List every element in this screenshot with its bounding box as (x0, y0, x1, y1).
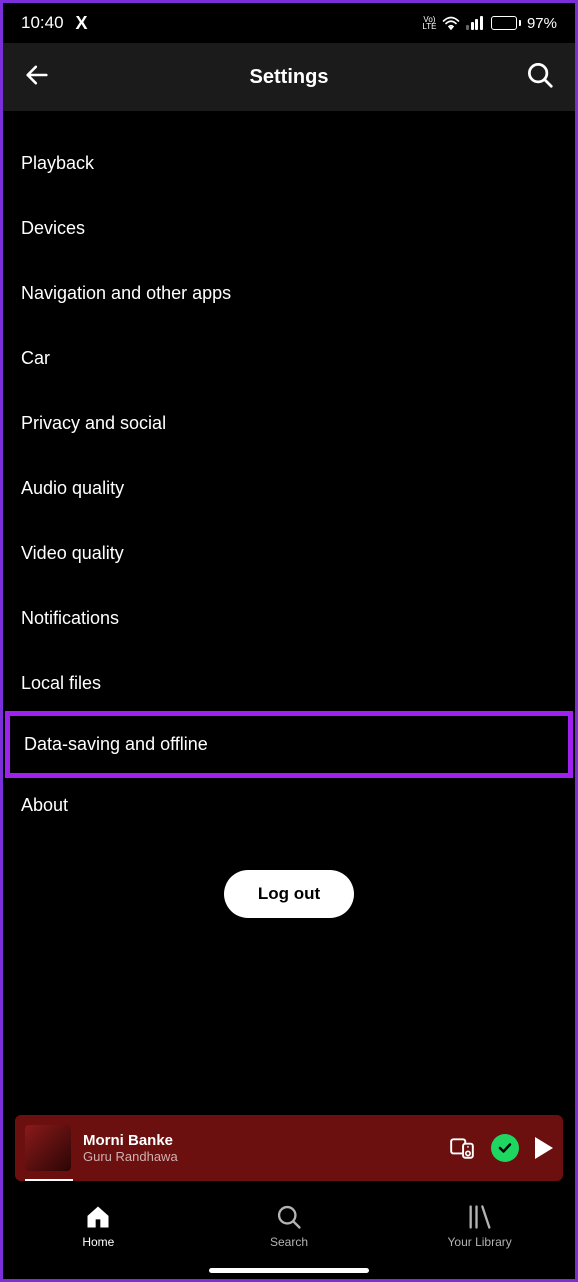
devices-icon[interactable] (449, 1135, 475, 1161)
settings-item-navigation[interactable]: Navigation and other apps (3, 261, 575, 326)
nav-home[interactable]: Home (38, 1203, 158, 1249)
logout-button[interactable]: Log out (224, 870, 354, 918)
settings-item-privacy[interactable]: Privacy and social (3, 391, 575, 456)
status-bar: 10:40 X Vo)LTE 97% (3, 3, 575, 43)
downloaded-check-icon[interactable] (491, 1134, 519, 1162)
search-button[interactable] (525, 60, 555, 95)
settings-item-video-quality[interactable]: Video quality (3, 521, 575, 586)
battery-icon (491, 16, 521, 30)
settings-list: Playback Devices Navigation and other ap… (3, 111, 575, 918)
nav-search[interactable]: Search (229, 1203, 349, 1249)
settings-item-local-files[interactable]: Local files (3, 651, 575, 716)
home-indicator[interactable] (209, 1268, 369, 1273)
library-icon (466, 1203, 494, 1231)
settings-item-data-saving[interactable]: Data-saving and offline (5, 711, 573, 778)
search-icon (275, 1203, 303, 1231)
wifi-icon (442, 16, 460, 30)
bottom-nav: Home Search Your Library (3, 1189, 575, 1279)
battery-percent: 97% (527, 15, 557, 32)
track-info: Morni Banke Guru Randhawa (83, 1132, 437, 1164)
track-title: Morni Banke (83, 1132, 437, 1149)
home-icon (84, 1203, 112, 1231)
status-left: 10:40 X (21, 13, 88, 34)
status-time: 10:40 (21, 13, 64, 33)
play-button[interactable] (535, 1137, 553, 1159)
settings-item-playback[interactable]: Playback (3, 131, 575, 196)
nav-library-label: Your Library (448, 1235, 512, 1249)
header-bar: Settings (3, 43, 575, 111)
status-right: Vo)LTE 97% (422, 15, 557, 32)
volte-indicator: Vo)LTE (422, 16, 436, 30)
settings-item-devices[interactable]: Devices (3, 196, 575, 261)
settings-item-about[interactable]: About (3, 773, 575, 838)
playback-progress (25, 1179, 73, 1181)
signal-icon (466, 16, 483, 30)
album-art (25, 1125, 71, 1171)
now-playing-controls (449, 1134, 553, 1162)
nav-search-label: Search (270, 1235, 308, 1249)
back-button[interactable] (23, 61, 51, 94)
x-app-icon: X (76, 13, 88, 34)
track-artist: Guru Randhawa (83, 1149, 437, 1164)
page-title: Settings (250, 66, 329, 89)
nav-library[interactable]: Your Library (420, 1203, 540, 1249)
settings-item-audio-quality[interactable]: Audio quality (3, 456, 575, 521)
settings-item-notifications[interactable]: Notifications (3, 586, 575, 651)
nav-home-label: Home (82, 1235, 114, 1249)
settings-item-car[interactable]: Car (3, 326, 575, 391)
now-playing-bar[interactable]: Morni Banke Guru Randhawa (15, 1115, 563, 1181)
